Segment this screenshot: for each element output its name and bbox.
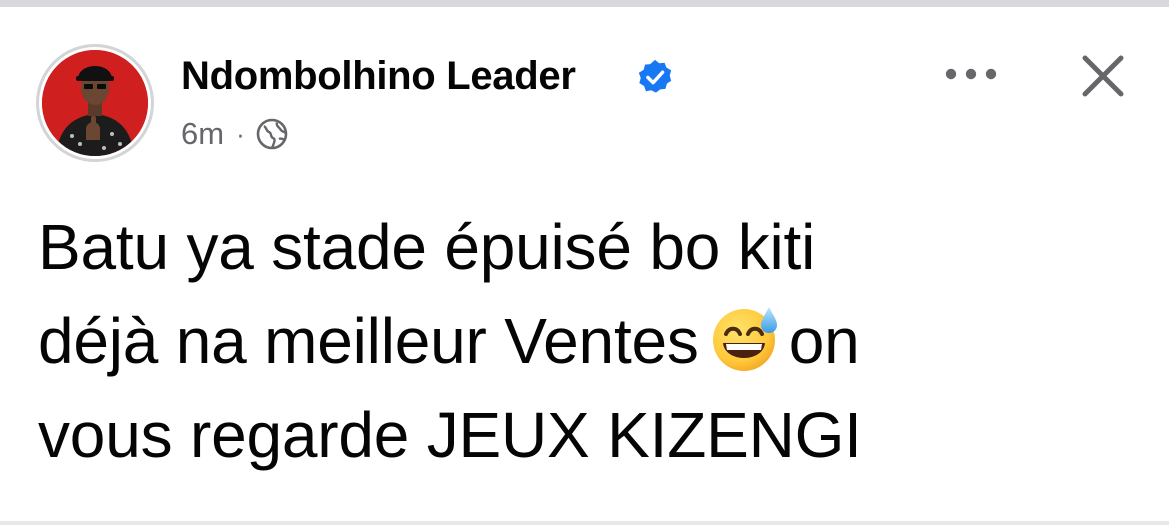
post-card: Ndombolhino Leader 6m · Batu ya stade ép…	[0, 0, 1169, 525]
post-text-line: vous regarde JEUX KIZENGI	[38, 399, 862, 471]
close-icon	[1082, 55, 1124, 97]
post-text-line: déjà na meilleur Ventes on	[38, 294, 1148, 388]
author-avatar[interactable]	[36, 44, 154, 162]
top-divider	[0, 0, 1169, 7]
more-options-button[interactable]	[940, 56, 1002, 92]
grinning-face-with-sweat-emoji-icon	[712, 307, 777, 371]
post-text-line: Batu ya stade épuisé bo kiti	[38, 211, 816, 283]
close-button[interactable]	[1076, 49, 1130, 103]
author-name[interactable]: Ndombolhino Leader	[181, 52, 576, 100]
verified-badge-icon	[638, 59, 672, 93]
post-meta: 6m ·	[181, 112, 289, 156]
globe-icon[interactable]	[255, 117, 289, 151]
more-options-icon	[945, 68, 997, 80]
meta-separator: ·	[236, 119, 245, 149]
bottom-divider	[0, 521, 1169, 525]
post-text-segment: déjà na meilleur Ventes	[38, 305, 699, 377]
post-body: Batu ya stade épuisé bo kiti déjà na mei…	[38, 200, 1148, 482]
post-time[interactable]: 6m	[181, 112, 224, 156]
post-text-segment: on	[788, 305, 860, 377]
avatar-image	[42, 50, 148, 156]
